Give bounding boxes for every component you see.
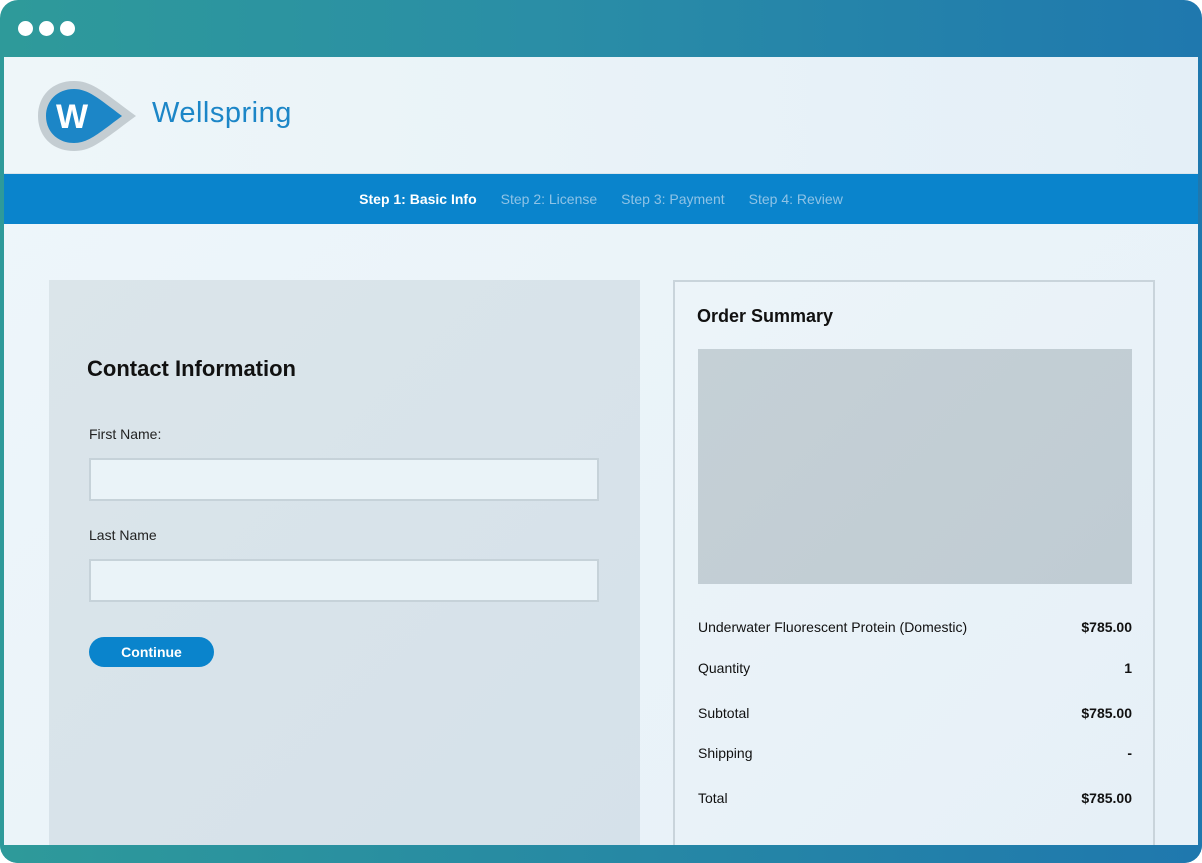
order-line-product: Underwater Fluorescent Protein (Domestic… bbox=[698, 619, 1132, 641]
contact-information-heading: Contact Information bbox=[87, 356, 296, 381]
shipping-label: Shipping bbox=[698, 745, 753, 761]
order-summary-panel: Order Summary Underwater Fluorescent Pro… bbox=[673, 280, 1155, 845]
subtotal-value: $785.00 bbox=[1081, 705, 1132, 721]
first-name-label: First Name: bbox=[89, 426, 162, 442]
contact-information-panel: Contact Information First Name: Last Nam… bbox=[49, 280, 640, 845]
product-name: Underwater Fluorescent Protein (Domestic… bbox=[698, 619, 968, 635]
product-price: $785.00 bbox=[1081, 619, 1132, 635]
step-basic-info[interactable]: Step 1: Basic Info bbox=[359, 191, 476, 207]
window-control-dot[interactable] bbox=[39, 21, 54, 36]
window-control-dot[interactable] bbox=[18, 21, 33, 36]
wellspring-logo-icon[interactable]: W bbox=[36, 79, 140, 153]
checkout-steps-bar: Step 1: Basic Info Step 2: License Step … bbox=[4, 174, 1198, 224]
last-name-input[interactable] bbox=[89, 559, 599, 602]
order-line-shipping: Shipping - bbox=[698, 745, 1132, 767]
brand-name[interactable]: Wellspring bbox=[152, 97, 292, 130]
continue-button[interactable]: Continue bbox=[89, 637, 214, 667]
window-bottom-edge bbox=[0, 845, 1202, 863]
quantity-label: Quantity bbox=[698, 660, 751, 676]
order-line-quantity: Quantity 1 bbox=[698, 660, 1132, 682]
quantity-value: 1 bbox=[1124, 660, 1132, 676]
subtotal-label: Subtotal bbox=[698, 705, 750, 721]
shipping-value: - bbox=[1127, 745, 1132, 761]
total-label: Total bbox=[698, 790, 728, 806]
step-review[interactable]: Step 4: Review bbox=[749, 191, 843, 207]
last-name-label: Last Name bbox=[89, 527, 157, 543]
order-summary-heading: Order Summary bbox=[697, 306, 834, 326]
window-control-dot[interactable] bbox=[60, 21, 75, 36]
site-header: W Wellspring bbox=[4, 57, 1198, 174]
order-line-total: Total $785.00 bbox=[698, 790, 1132, 812]
title-bar bbox=[0, 0, 1202, 57]
page-content: W Wellspring Step 1: Basic Info Step 2: … bbox=[4, 57, 1198, 845]
order-line-subtotal: Subtotal $785.00 bbox=[698, 705, 1132, 727]
step-payment[interactable]: Step 3: Payment bbox=[621, 191, 725, 207]
browser-window: W Wellspring Step 1: Basic Info Step 2: … bbox=[0, 0, 1202, 863]
product-image-placeholder bbox=[698, 349, 1132, 584]
total-value: $785.00 bbox=[1081, 790, 1132, 806]
checkout-steps: Step 1: Basic Info Step 2: License Step … bbox=[4, 174, 1198, 224]
logo-letter: W bbox=[56, 98, 89, 136]
first-name-input[interactable] bbox=[89, 458, 599, 501]
step-license[interactable]: Step 2: License bbox=[501, 191, 598, 207]
